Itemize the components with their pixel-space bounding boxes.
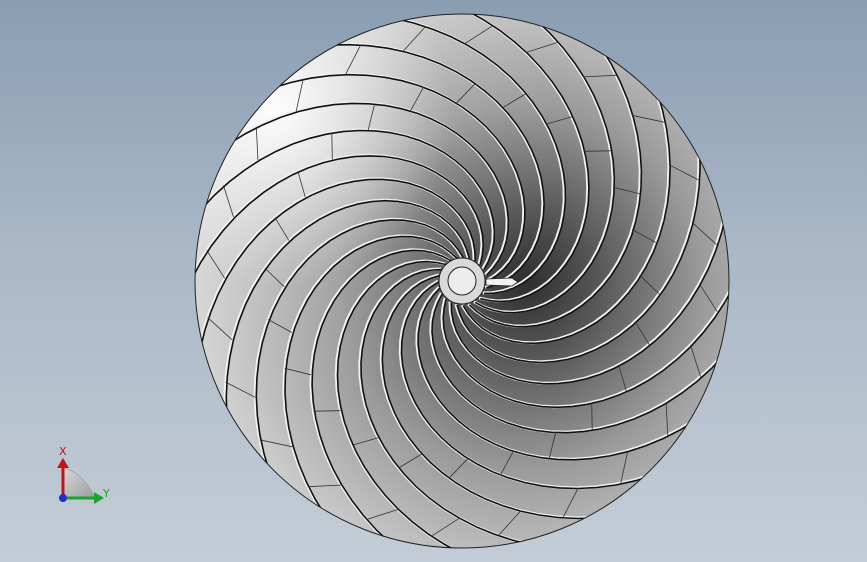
triad-x-arrow-icon: [57, 458, 69, 468]
triad-y-label: Y: [102, 487, 110, 500]
impeller-model[interactable]: [190, 9, 735, 554]
hub-bore: [447, 266, 477, 296]
axis-triad-icon: X Y: [57, 445, 110, 504]
facet-edge: [583, 150, 611, 152]
triad-z-axis-icon: [59, 494, 67, 502]
facet-edge: [331, 132, 333, 160]
keyway-feature: [485, 277, 519, 287]
triad-plane: [62, 467, 96, 499]
facet-edge: [591, 402, 593, 430]
triad-x-label: X: [59, 445, 67, 458]
facet-edge: [313, 410, 341, 412]
graphics-viewport[interactable]: X Y: [0, 0, 867, 562]
model-view[interactable]: X Y: [0, 0, 867, 562]
